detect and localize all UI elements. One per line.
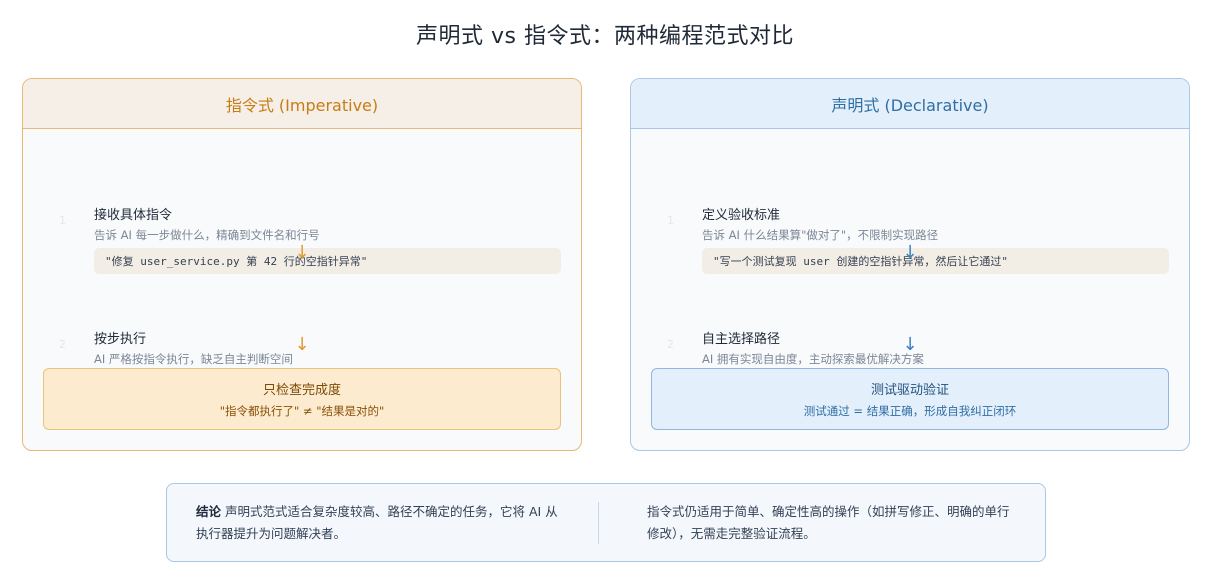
summary-box: 结论 声明式范式适合复杂度较高、路径不确定的任务，它将 AI 从执行器提升为问题解… xyxy=(166,483,1046,562)
step-description: AI 拥有实现自由度，主动探索最优解决方案 xyxy=(702,352,924,366)
step-title: 定义验收标准 xyxy=(702,208,781,223)
arrow-down-icon: ↓ xyxy=(294,242,310,263)
summary-conclusion: 结论 声明式范式适合复杂度较高、路径不确定的任务，它将 AI 从执行器提升为问题解… xyxy=(196,501,566,545)
step-example-instruction: "写一个测试复现 user 创建的空指针异常，然后让它通过" xyxy=(702,248,1169,274)
declarative-panel: 声明式 (Declarative) 1 定义验收标准 告诉 AI 什么结果算"做… xyxy=(630,78,1190,451)
summary-right-text: 指令式仍适用于简单、确定性高的操作（如拼写修正、明确的单行修改），无需走完整验证… xyxy=(647,504,1010,541)
step-number: 2 xyxy=(59,338,66,351)
step-number: 1 xyxy=(667,214,674,227)
result-subtitle: 测试通过 = 结果正确，形成自我纠正闭环 xyxy=(803,404,1017,418)
summary-divider xyxy=(598,502,599,544)
step-description: 告诉 AI 每一步做什么，精确到文件名和行号 xyxy=(94,228,320,242)
declarative-result-box: 测试驱动验证 测试通过 = 结果正确，形成自我纠正闭环 xyxy=(651,368,1169,430)
step-title: 自主选择路径 xyxy=(702,332,781,347)
arrow-down-icon: ↓ xyxy=(902,334,918,355)
step-number: 1 xyxy=(59,214,66,227)
result-title: 只检查完成度 xyxy=(262,383,341,398)
result-subtitle: "指令都执行了" ≠ "结果是对的" xyxy=(219,404,385,418)
summary-left-text: 声明式范式适合复杂度较高、路径不确定的任务，它将 AI 从执行器提升为问题解决者… xyxy=(196,504,558,541)
step-number: 2 xyxy=(667,338,674,351)
step-description: 告诉 AI 什么结果算"做对了"，不限制实现路径 xyxy=(702,228,939,242)
arrow-down-icon: ↓ xyxy=(294,334,310,355)
step-title: 按步执行 xyxy=(94,332,147,347)
step-title: 接收具体指令 xyxy=(94,208,173,223)
step-example-instruction: "修复 user_service.py 第 42 行的空指针异常" xyxy=(94,248,561,274)
arrow-down-icon: ↓ xyxy=(902,242,918,263)
page-title: 声明式 vs 指令式：两种编程范式对比 xyxy=(416,24,794,49)
imperative-result-box: 只检查完成度 "指令都执行了" ≠ "结果是对的" xyxy=(43,368,561,430)
result-title: 测试驱动验证 xyxy=(870,383,949,398)
summary-label: 结论 xyxy=(196,504,222,519)
imperative-panel: 指令式 (Imperative) 1 接收具体指令 告诉 AI 每一步做什么，精… xyxy=(22,78,582,451)
declarative-header: 声明式 (Declarative) xyxy=(631,79,1189,129)
imperative-header: 指令式 (Imperative) xyxy=(23,79,581,129)
step-description: AI 严格按指令执行，缺乏自主判断空间 xyxy=(94,352,293,366)
